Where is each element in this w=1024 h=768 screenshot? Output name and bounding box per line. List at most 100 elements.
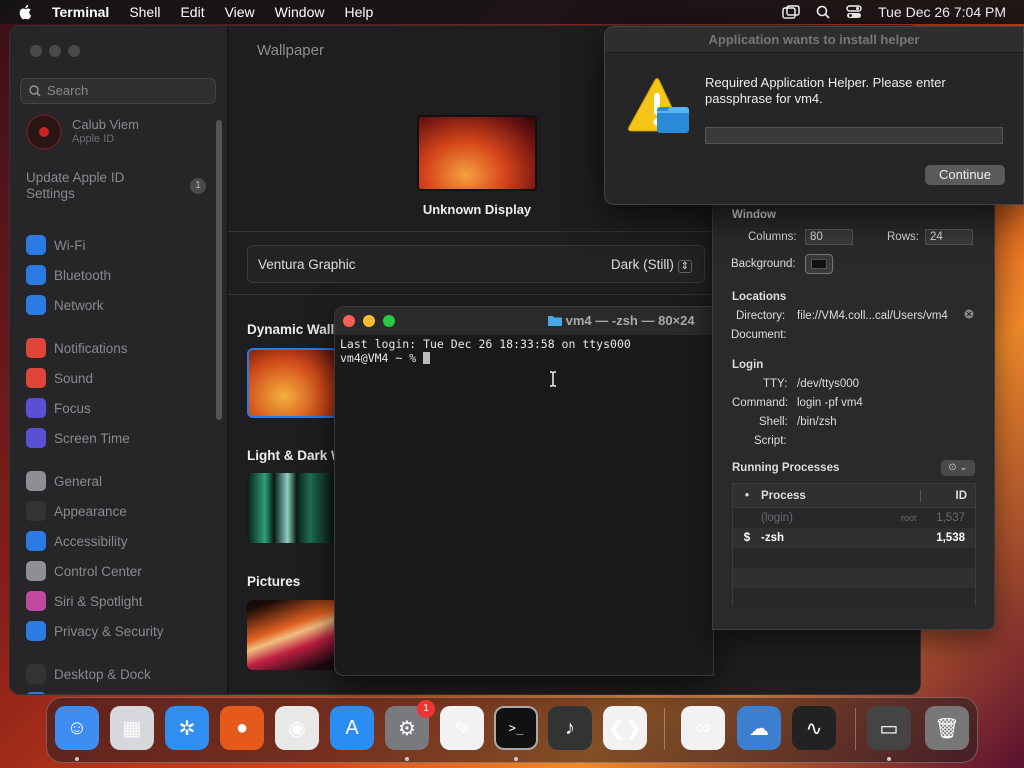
terminal-title: vm4 — -zsh — 80×24 bbox=[548, 313, 695, 328]
wallpaper-thumbnail[interactable] bbox=[247, 600, 337, 670]
dock-downloads-icon[interactable]: ▭ bbox=[867, 706, 911, 750]
apple-id-account[interactable]: Calub Viem Apple ID bbox=[26, 114, 139, 150]
updown-chevron-icon: ⇕ bbox=[677, 260, 692, 273]
dock-launchpad-icon[interactable]: ▦ bbox=[110, 706, 154, 750]
background-color-well[interactable] bbox=[805, 254, 833, 274]
section-dynamic-wallpapers: Dynamic Wallp bbox=[247, 322, 343, 337]
menu-shell[interactable]: Shell bbox=[129, 4, 160, 20]
terminal-title-bar[interactable]: vm4 — -zsh — 80×24 bbox=[335, 307, 713, 335]
minimize-button[interactable] bbox=[49, 45, 61, 57]
sidebar-item-label: Siri & Spotlight bbox=[54, 593, 143, 609]
sidebar-scrollbar[interactable] bbox=[216, 120, 222, 420]
dock-activity-monitor-icon[interactable]: ∿ bbox=[792, 706, 836, 750]
terminal-window[interactable]: vm4 — -zsh — 80×24 Last login: Tue Dec 2… bbox=[334, 306, 714, 676]
dock-chrome-icon[interactable]: ◉ bbox=[275, 706, 319, 750]
process-table: • Process ID (login) root 1,537 $ -zsh 1… bbox=[732, 483, 976, 608]
control-center-icon[interactable] bbox=[846, 5, 862, 19]
dock-visual-studio-icon[interactable]: ∞ bbox=[681, 706, 725, 750]
wallpaper-thumbnail[interactable] bbox=[247, 348, 337, 418]
downloads-glyph: ▭ bbox=[879, 717, 899, 740]
desktop-icon bbox=[26, 664, 46, 684]
columns-field[interactable]: 80 bbox=[805, 229, 853, 245]
sidebar-item-bluetooth[interactable]: Bluetooth bbox=[26, 263, 216, 287]
sidebar-item-desktop-dock[interactable]: Desktop & Dock bbox=[26, 662, 216, 686]
sidebar-item-appearance[interactable]: Appearance bbox=[26, 499, 216, 523]
dock-app-store-icon[interactable]: A bbox=[330, 706, 374, 750]
sidebar-item-siri-spotlight[interactable]: Siri & Spotlight bbox=[26, 589, 216, 613]
menu-bar: Terminal Shell Edit View Window Help Tue… bbox=[0, 0, 1024, 24]
sidebar-item-wi-fi[interactable]: Wi-Fi bbox=[26, 233, 216, 257]
dock-terminal-icon[interactable]: >_ bbox=[494, 706, 538, 750]
process-actions-button[interactable]: ⊙ ⌄ bbox=[941, 460, 975, 476]
table-row[interactable]: (login) root 1,537 bbox=[733, 508, 975, 528]
weather-glyph: ☁ bbox=[749, 717, 769, 740]
sidebar-item-focus[interactable]: Focus bbox=[26, 396, 216, 420]
settings-search-input[interactable]: Search bbox=[20, 78, 216, 104]
zoom-button[interactable] bbox=[383, 315, 395, 327]
siri-icon bbox=[26, 591, 46, 611]
rows-field[interactable]: 24 bbox=[925, 229, 973, 245]
wallpaper-thumbnail[interactable] bbox=[247, 473, 337, 543]
sidebar-item-label: Notifications bbox=[54, 340, 128, 356]
moon-icon bbox=[26, 398, 46, 418]
process-id: 1,538 bbox=[936, 532, 965, 544]
clear-icon[interactable] bbox=[964, 309, 974, 319]
sidebar-item-control-center[interactable]: Control Center bbox=[26, 559, 216, 583]
dock-garageband-icon[interactable]: ♪ bbox=[548, 706, 592, 750]
menu-edit[interactable]: Edit bbox=[180, 4, 204, 20]
textedit-glyph: ✎ bbox=[453, 717, 471, 740]
passphrase-input[interactable] bbox=[705, 127, 1003, 144]
bluetooth-icon bbox=[26, 265, 46, 285]
update-apple-id-settings[interactable]: Update Apple ID Settings 1 bbox=[26, 170, 216, 202]
sidebar-item-general[interactable]: General bbox=[26, 469, 216, 493]
dock-weather-icon[interactable]: ☁ bbox=[737, 706, 781, 750]
minimize-button[interactable] bbox=[363, 315, 375, 327]
sidebar-item-accessibility[interactable]: Accessibility bbox=[26, 529, 216, 553]
activity-monitor-glyph: ∿ bbox=[805, 717, 823, 740]
sidebar-item-screen-time[interactable]: Screen Time bbox=[26, 426, 216, 450]
menu-app-terminal[interactable]: Terminal bbox=[52, 4, 109, 20]
table-row[interactable]: $ -zsh 1,538 bbox=[733, 528, 975, 548]
continue-button[interactable]: Continue bbox=[925, 165, 1005, 185]
shell-value: /bin/zsh bbox=[797, 416, 837, 428]
launchpad-glyph: ▦ bbox=[122, 717, 142, 740]
dock-textedit-icon[interactable]: ✎ bbox=[440, 706, 484, 750]
dock-vscode-icon[interactable]: ❮❯ bbox=[603, 706, 647, 750]
firefox-glyph: ● bbox=[235, 716, 249, 739]
visual-studio-glyph: ∞ bbox=[695, 716, 711, 739]
sidebar-item-label: Desktop & Dock bbox=[54, 666, 151, 682]
sidebar-item-sound[interactable]: Sound bbox=[26, 366, 216, 390]
wallpaper-selector[interactable]: Ventura Graphic Dark (Still) ⇕ bbox=[247, 245, 705, 283]
apple-menu-icon[interactable] bbox=[18, 4, 32, 20]
id-column-header[interactable]: ID bbox=[921, 490, 968, 502]
menu-help[interactable]: Help bbox=[344, 4, 373, 20]
menu-view[interactable]: View bbox=[225, 4, 255, 20]
menu-clock[interactable]: Tue Dec 26 7:04 PM bbox=[878, 4, 1006, 20]
sidebar-item-network[interactable]: Network bbox=[26, 293, 216, 317]
screen-mirroring-icon[interactable] bbox=[782, 5, 800, 19]
sidebar-item-label: Appearance bbox=[54, 503, 127, 519]
appearance-mode-popup[interactable]: Dark (Still) ⇕ bbox=[611, 257, 692, 273]
trash-glyph: 🗑 bbox=[934, 717, 960, 740]
dock-firefox-icon[interactable]: ● bbox=[220, 706, 264, 750]
process-column-header[interactable]: Process bbox=[761, 489, 921, 502]
zoom-button[interactable] bbox=[68, 45, 80, 57]
dock-trash-icon[interactable]: 🗑 bbox=[925, 706, 969, 750]
sidebar-item-label: Focus bbox=[54, 400, 91, 416]
bell-icon bbox=[26, 338, 46, 358]
dock-system-settings-icon[interactable]: ⚙ 1 bbox=[385, 700, 435, 750]
close-button[interactable] bbox=[30, 45, 42, 57]
dock: ☺ ▦ ✲ ● ◉ A ⚙ 1 ✎ >_ ♪ ❮❯ ∞ ☁ ∿ ▭ 🗑 bbox=[46, 697, 978, 763]
spotlight-search-icon[interactable] bbox=[816, 5, 830, 19]
sidebar-item-privacy-security[interactable]: Privacy & Security bbox=[26, 619, 216, 643]
system-settings-glyph: ⚙ bbox=[398, 717, 416, 740]
close-button[interactable] bbox=[343, 315, 355, 327]
sidebar-item-displays[interactable]: Displays bbox=[26, 690, 216, 694]
terminal-output[interactable]: Last login: Tue Dec 26 18:33:58 on ttys0… bbox=[335, 335, 713, 367]
dock-finder-icon[interactable]: ☺ bbox=[55, 706, 99, 750]
menu-window[interactable]: Window bbox=[275, 4, 325, 20]
sidebar-item-notifications[interactable]: Notifications bbox=[26, 336, 216, 360]
command-label: Command: bbox=[732, 397, 789, 409]
window-controls-inactive bbox=[30, 44, 87, 62]
dock-safari-icon[interactable]: ✲ bbox=[165, 706, 209, 750]
